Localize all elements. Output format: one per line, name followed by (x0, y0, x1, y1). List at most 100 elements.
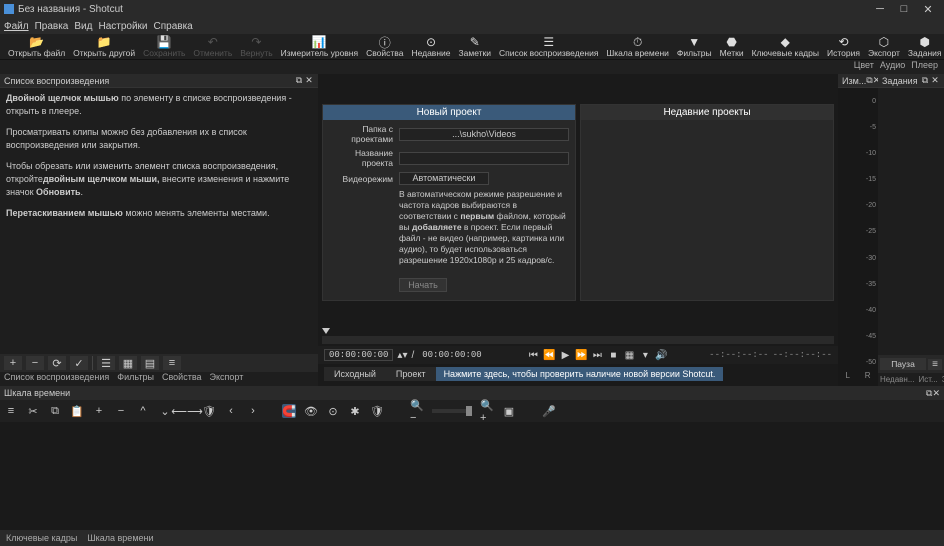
jobs-button[interactable]: ⬢Задания (908, 36, 942, 59)
tab-source[interactable]: Исходный (324, 367, 386, 381)
tab-filters[interactable]: Фильтры (117, 372, 154, 386)
split-button[interactable]: ⟵⟶ (180, 404, 194, 418)
menu-edit[interactable]: Правка (35, 21, 69, 32)
properties-button[interactable]: ⓘСвойства (366, 36, 403, 59)
history-button[interactable]: ⟲История (827, 36, 860, 59)
level-meter-button[interactable]: 📊Измеритель уровня (281, 36, 358, 59)
meter-panel: Изм...⧉✕ 0 -5 -10 -15 -20 -25 -30 -35 -4… (838, 74, 878, 386)
undo-button[interactable]: ↶Отменить (193, 36, 232, 59)
tab-keyframes[interactable]: Ключевые кадры (6, 533, 77, 543)
skip-start-button[interactable]: ⏮ (527, 350, 539, 361)
update-notice[interactable]: Нажмите здесь, чтобы проверить наличие н… (436, 367, 724, 381)
timecode-spinner-icon[interactable]: ▴▾ (397, 350, 407, 361)
record-audio-button[interactable]: 🎤 (542, 404, 556, 418)
notes-button[interactable]: ✎Заметки (459, 36, 492, 59)
skip-end-button[interactable]: ⏭ (591, 350, 603, 361)
zoom-in-button[interactable]: 🔍+ (480, 404, 494, 418)
mode-audio[interactable]: Аудио (880, 60, 905, 74)
tab-timeline[interactable]: Шкала времени (87, 533, 153, 543)
lift-button[interactable]: ^ (136, 404, 150, 418)
paste-button[interactable]: 📋 (70, 404, 84, 418)
timecode-current[interactable]: 00:00:00:00 (324, 349, 393, 361)
redo-button[interactable]: ↷Вернуть (240, 36, 272, 59)
start-button[interactable]: Начать (399, 278, 447, 292)
playlist-view-icons-button[interactable]: ▤ (141, 356, 159, 370)
rewind-button[interactable]: ⏪ (543, 350, 555, 361)
playlist-update-button[interactable]: ⟳ (48, 356, 66, 370)
playlist-close-icon[interactable]: ✕ (304, 75, 314, 86)
volume-button[interactable]: 🔊 (655, 350, 667, 361)
menu-view[interactable]: Вид (74, 21, 92, 32)
tab-playlist[interactable]: Список воспроизведения (4, 372, 109, 386)
playlist-add-button[interactable]: + (4, 356, 22, 370)
stop-button[interactable]: ■ (607, 350, 619, 361)
playlist-view-tiles-button[interactable]: ▦ (119, 356, 137, 370)
marker-add-button[interactable]: 🛡 (202, 404, 216, 418)
menu-file[interactable]: Файл (4, 21, 29, 32)
snap-button[interactable]: 🧲 (282, 404, 296, 418)
next-marker-button[interactable]: › (246, 404, 260, 418)
timeline-canvas[interactable] (0, 422, 944, 530)
cut-button[interactable]: ✂ (26, 404, 40, 418)
save-button[interactable]: 💾Сохранить (143, 36, 185, 59)
playlist-button[interactable]: ☰Список воспроизведения (499, 36, 598, 59)
menu-help[interactable]: Справка (154, 21, 193, 32)
playlist-view-list-button[interactable]: ≡ (163, 356, 181, 370)
playlist-remove-button[interactable]: − (26, 356, 44, 370)
ripple-button[interactable]: ⊙ (326, 404, 340, 418)
tasks-restore-icon[interactable]: ⧉ (920, 75, 930, 86)
timeline-button[interactable]: ⏱Шкала времени (606, 36, 668, 59)
close-button[interactable]: ✕ (916, 1, 940, 17)
menu-settings[interactable]: Настройки (98, 21, 147, 32)
forward-button[interactable]: ⏩ (575, 350, 587, 361)
recent-button[interactable]: ⊙Недавние (411, 36, 450, 59)
tab-project[interactable]: Проект (386, 367, 436, 381)
ripple-all-button[interactable]: ✱ (348, 404, 362, 418)
pause-button[interactable]: Пауза (880, 358, 926, 370)
videomode-select[interactable]: Автоматически (399, 172, 489, 185)
export-button[interactable]: ⬡Экспорт (868, 36, 900, 59)
timecode-total: 00:00:00:00 (418, 350, 485, 360)
recent-icon: ⊙ (423, 36, 439, 48)
tab-recent[interactable]: Недавн... (880, 375, 915, 384)
name-input[interactable] (399, 152, 569, 165)
open-file-button[interactable]: 📂Открыть файл (8, 36, 65, 59)
zoom-out-button[interactable]: 🔍− (410, 404, 424, 418)
scrub-button[interactable]: 👁 (304, 404, 318, 418)
filters-button[interactable]: ▼Фильтры (677, 36, 712, 59)
zoom-handle[interactable] (466, 406, 472, 416)
mode-color[interactable]: Цвет (854, 60, 874, 74)
minimize-button[interactable]: ─ (868, 1, 892, 17)
folder-input[interactable]: ...\sukho\Videos (399, 128, 569, 141)
markers-button[interactable]: ⬣Метки (720, 36, 744, 59)
ripple-markers-button[interactable]: 🛡 (370, 404, 384, 418)
level-meter-icon: 📊 (311, 36, 327, 48)
grid-button[interactable]: ▦ (623, 350, 635, 361)
tasks-close-icon[interactable]: ✕ (930, 75, 940, 86)
tab-properties[interactable]: Свойства (162, 372, 202, 386)
zoom-slider[interactable] (432, 409, 472, 413)
tasks-menu-icon[interactable]: ≡ (928, 359, 942, 370)
tab-export[interactable]: Экспорт (210, 372, 244, 386)
maximize-button[interactable]: □ (892, 1, 916, 17)
open-other-button[interactable]: 📁Открыть другой (73, 36, 135, 59)
zoom-dropdown-icon[interactable]: ▾ (639, 350, 651, 361)
overwrite-button[interactable]: ⌄ (158, 404, 172, 418)
timecode-dashes: --:--:--:-- (709, 350, 768, 360)
timeline-close-icon[interactable]: ✕ (932, 388, 940, 399)
tab-history[interactable]: Ист... (919, 375, 938, 384)
copy-button[interactable]: ⧉ (48, 404, 62, 418)
remove-button[interactable]: − (114, 404, 128, 418)
play-button[interactable]: ▶ (559, 350, 571, 361)
zoom-fit-button[interactable]: ▣ (502, 404, 516, 418)
mode-player[interactable]: Плеер (911, 60, 938, 74)
playlist-restore-icon[interactable]: ⧉ (294, 75, 304, 86)
playlist-view-detail-button[interactable]: ☰ (97, 356, 115, 370)
keyframes-button[interactable]: ◆Ключевые кадры (752, 36, 819, 59)
prev-marker-button[interactable]: ‹ (224, 404, 238, 418)
playhead-marker-icon[interactable] (322, 328, 330, 334)
timeline-menu-button[interactable]: ≡ (4, 404, 18, 418)
playlist-check-button[interactable]: ✓ (70, 356, 88, 370)
scrub-bar[interactable] (322, 336, 834, 344)
append-button[interactable]: + (92, 404, 106, 418)
